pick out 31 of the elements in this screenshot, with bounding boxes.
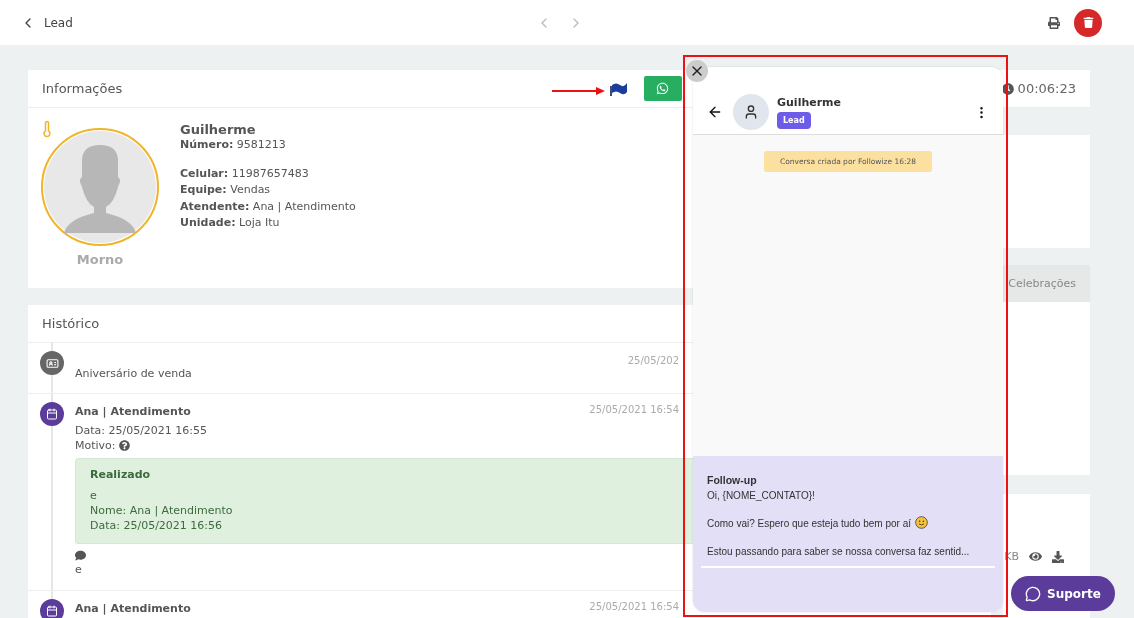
template-text: Oi, {NOME_CONTATO}!: [707, 489, 815, 503]
template-title: Follow-up: [707, 473, 757, 488]
support-button[interactable]: Suporte: [1011, 576, 1115, 611]
contact-field: Número: 9581213: [180, 137, 356, 154]
result-title: Realizado: [90, 467, 151, 482]
result-line: Data: 25/05/2021 16:56: [90, 518, 223, 533]
card-title: Informações: [42, 81, 123, 96]
event-title: Aniversário de venda: [75, 366, 192, 380]
timer: 00:06:23: [1017, 81, 1076, 96]
reason-label: Motivo:: [75, 439, 116, 452]
contact-name: Guilherme: [180, 122, 257, 137]
author-name: Ana | Atendimento: [75, 404, 191, 418]
template-text: Como vai? Espero que esteja tudo bem por aí: [707, 516, 928, 532]
contact-field: Equipe: Vendas: [180, 182, 356, 199]
page-title: Lead: [44, 15, 73, 30]
card-title: Histórico: [42, 316, 100, 331]
result-line: e: [90, 488, 97, 503]
event-date: 25/05/2021 16:54: [589, 601, 679, 612]
event-detail: Data: 25/05/2021 16:55: [75, 424, 208, 437]
event-date: 25/05/2021 16:54: [589, 404, 679, 415]
chat-contact-name: Guilherme: [777, 95, 842, 109]
contact-field: Atendente: Ana | Atendimento: [180, 198, 356, 215]
event-date: 25/05/202: [627, 355, 679, 366]
comment-text: e: [75, 563, 82, 576]
result-line: Nome: Ana | Atendimento: [90, 503, 233, 518]
author-name: Ana | Atendimento: [75, 601, 191, 615]
contact-field: Celular: 11987657483: [180, 165, 356, 182]
contact-field: Unidade: Loja Itu: [180, 215, 356, 232]
temperature-label: Morno: [76, 252, 124, 267]
template-text: Estou passando para saber se nossa conversa faz sentid...: [707, 545, 970, 559]
lead-badge: Lead: [777, 111, 811, 129]
